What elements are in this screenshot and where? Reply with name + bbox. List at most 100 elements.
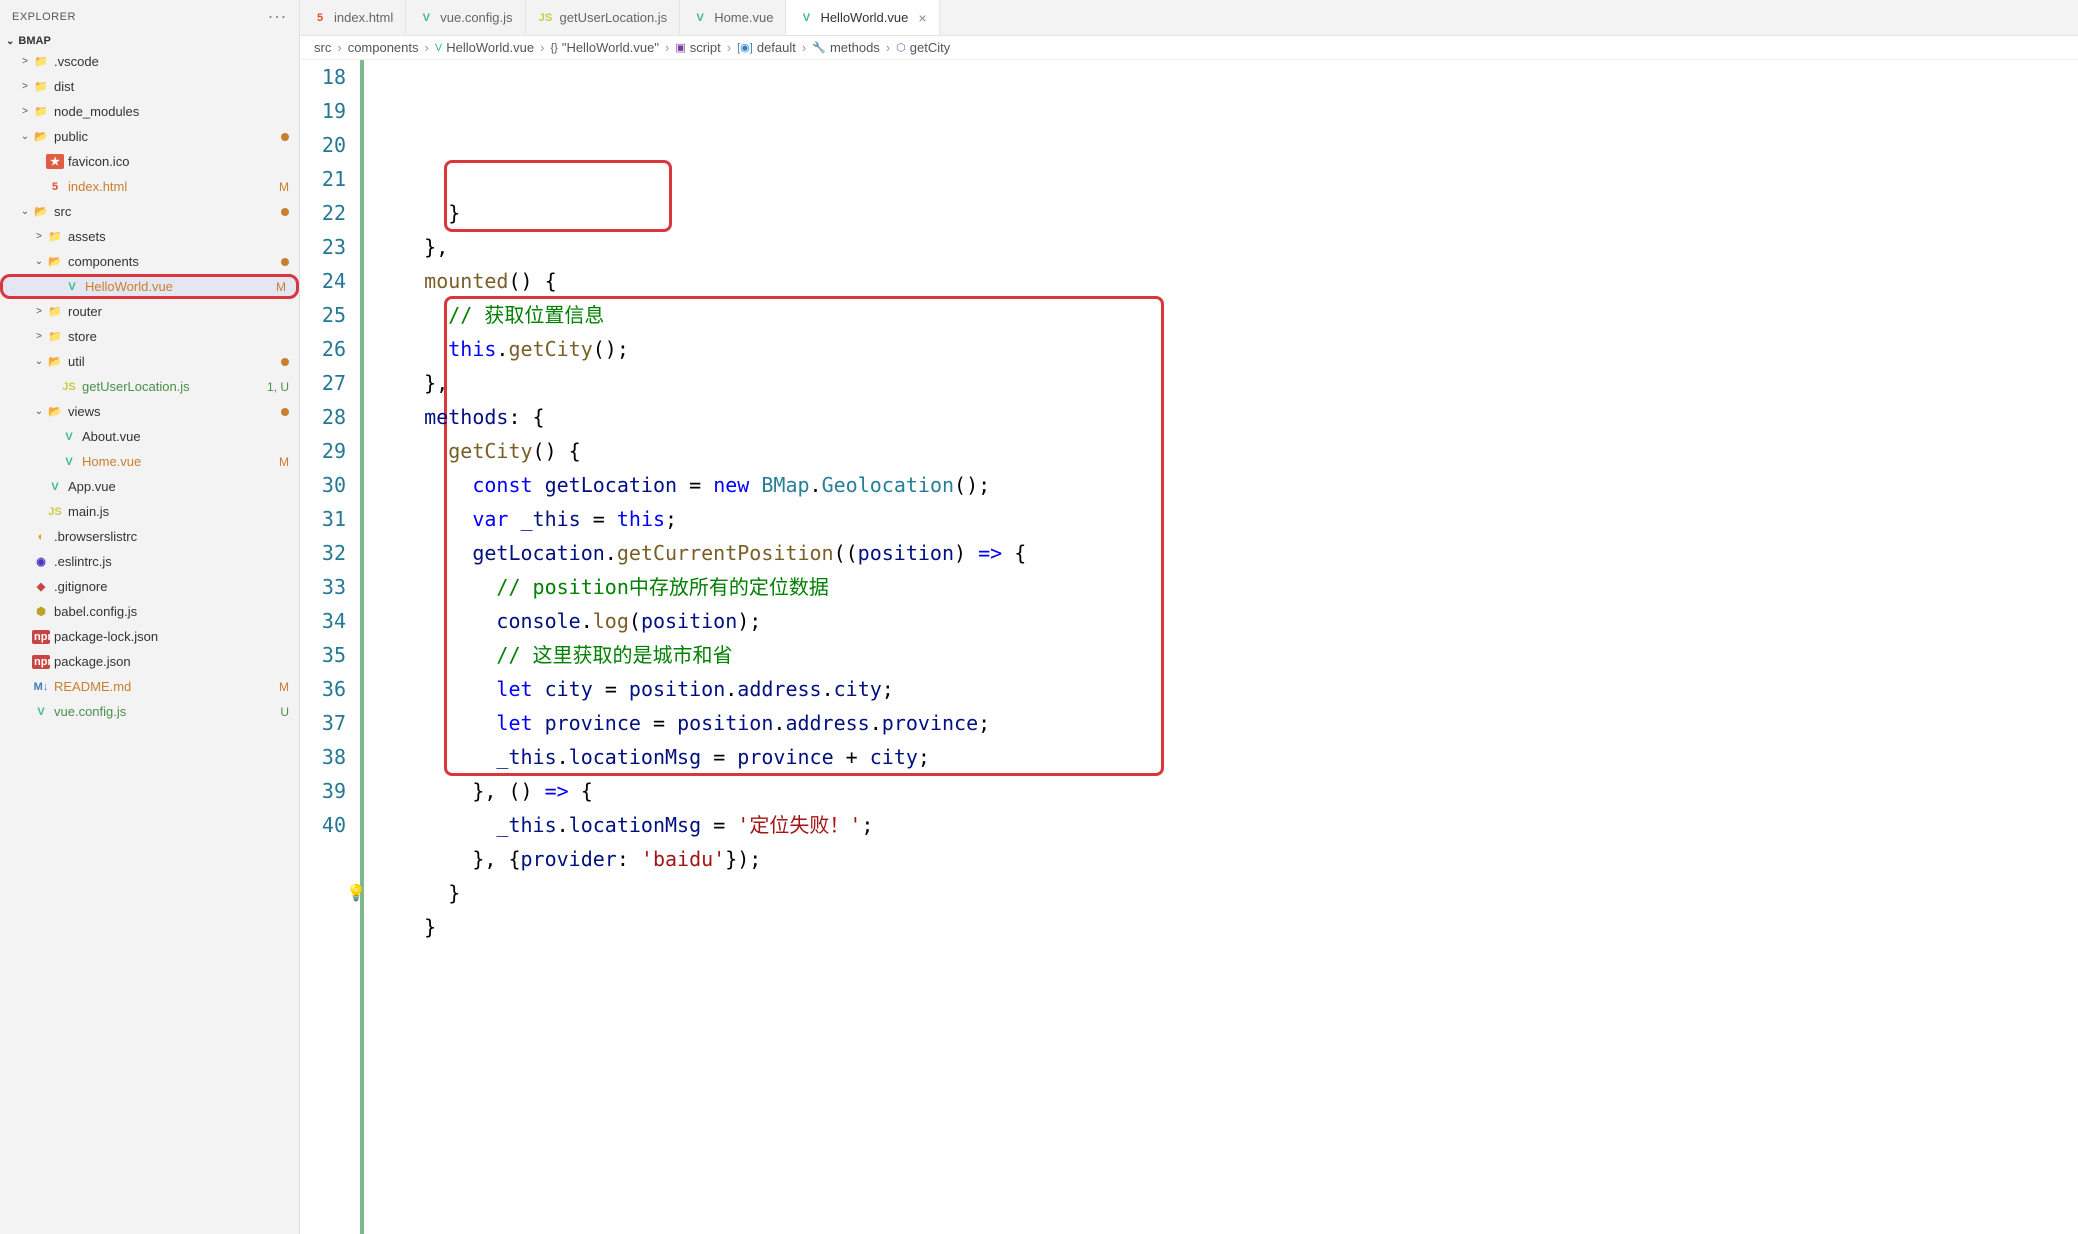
tree-item[interactable]: npmpackage-lock.json [0, 624, 299, 649]
breadcrumb-segment[interactable]: {}"HelloWorld.vue" [550, 40, 659, 55]
explorer-more-icon[interactable]: ··· [268, 6, 287, 27]
tree-item[interactable]: >📁.vscode [0, 49, 299, 74]
tree-item[interactable]: VHome.vueM [0, 449, 299, 474]
tree-item[interactable]: ◐.browserslistrc [0, 524, 299, 549]
tree-item[interactable]: ⌄📂components [0, 249, 299, 274]
breadcrumb-label: default [757, 40, 796, 55]
tree-item[interactable]: JSmain.js [0, 499, 299, 524]
project-name: BMAP [18, 35, 50, 47]
git-status: M [276, 280, 286, 294]
breadcrumb-segment[interactable]: src [314, 40, 331, 55]
chevron-down-icon: ⌄ [6, 36, 14, 47]
code-line[interactable]: // 获取位置信息 [376, 298, 2078, 332]
tree-item[interactable]: ◉.eslintrc.js [0, 549, 299, 574]
tree-item-label: .gitignore [54, 579, 289, 594]
tree-item[interactable]: JSgetUserLocation.js1, U [0, 374, 299, 399]
line-number: 18 [300, 60, 346, 94]
breadcrumb-label: methods [830, 40, 880, 55]
file-icon: 5 [46, 181, 64, 193]
tree-item[interactable]: >📁router [0, 299, 299, 324]
editor-tab[interactable]: Vvue.config.js [406, 0, 525, 35]
editor[interactable]: 1819202122232425262728293031323334353637… [300, 60, 2078, 1234]
tree-item[interactable]: >📁dist [0, 74, 299, 99]
breadcrumb-segment[interactable]: components [348, 40, 419, 55]
editor-main: 5index.htmlVvue.config.jsJSgetUserLocati… [300, 0, 2078, 1234]
project-section-header[interactable]: ⌄ BMAP [0, 33, 299, 49]
line-number: 23 [300, 230, 346, 264]
code-line[interactable]: } [376, 196, 2078, 230]
tree-item[interactable]: ⬢babel.config.js [0, 599, 299, 624]
lightbulb-icon[interactable]: 💡 [346, 876, 366, 910]
code-line[interactable]: console.log(position); [376, 604, 2078, 638]
code-line[interactable]: }, [376, 366, 2078, 400]
editor-tab[interactable]: JSgetUserLocation.js [526, 0, 681, 35]
tree-item[interactable]: >📁assets [0, 224, 299, 249]
code-line[interactable]: _this.locationMsg = '定位失败！'; [376, 808, 2078, 842]
tree-item-label: vue.config.js [54, 704, 276, 719]
tree-item[interactable]: VHelloWorld.vueM [0, 274, 299, 299]
tab-label: vue.config.js [440, 10, 512, 25]
tree-item[interactable]: Vvue.config.jsU [0, 699, 299, 724]
tree-item[interactable]: npmpackage.json [0, 649, 299, 674]
code-area[interactable]: } }, mounted() { // 获取位置信息 this.getCity(… [366, 60, 2078, 1234]
breadcrumb-separator-icon: › [665, 40, 669, 55]
code-line[interactable]: getLocation.getCurrentPosition((position… [376, 536, 2078, 570]
code-line[interactable]: getCity() { [376, 434, 2078, 468]
file-icon: 📂 [46, 405, 64, 418]
tree-item-label: favicon.ico [68, 154, 289, 169]
git-status: M [279, 680, 289, 694]
modified-dot-icon [281, 258, 289, 266]
code-line[interactable]: let province = position.address.province… [376, 706, 2078, 740]
code-line[interactable]: this.getCity(); [376, 332, 2078, 366]
breadcrumb-segment[interactable]: 🔧methods [812, 40, 880, 55]
modified-dot-icon [281, 408, 289, 416]
line-number: 24 [300, 264, 346, 298]
code-line[interactable]: } [376, 910, 2078, 944]
tree-item[interactable]: M↓README.mdM [0, 674, 299, 699]
tree-item[interactable]: ⌄📂util [0, 349, 299, 374]
file-icon: 📂 [46, 355, 64, 368]
tree-item[interactable]: >📁node_modules [0, 99, 299, 124]
editor-tabs: 5index.htmlVvue.config.jsJSgetUserLocati… [300, 0, 2078, 36]
code-line[interactable]: const getLocation = new BMap.Geolocation… [376, 468, 2078, 502]
line-number: 39 [300, 774, 346, 808]
tree-item[interactable]: 5index.htmlM [0, 174, 299, 199]
tree-item[interactable]: >📁store [0, 324, 299, 349]
tree-item-label: public [54, 129, 277, 144]
code-line[interactable]: // 这里获取的是城市和省 [376, 638, 2078, 672]
file-icon: V [46, 481, 64, 493]
breadcrumb-segment[interactable]: ▣script [675, 40, 720, 55]
code-line[interactable]: var _this = this; [376, 502, 2078, 536]
editor-tab[interactable]: VHelloWorld.vue× [786, 0, 939, 35]
tree-item[interactable]: VAbout.vue [0, 424, 299, 449]
git-status: U [280, 705, 289, 719]
editor-tab[interactable]: VHome.vue [680, 0, 786, 35]
code-line[interactable]: }, () => { [376, 774, 2078, 808]
code-line[interactable]: _this.locationMsg = province + city; [376, 740, 2078, 774]
tree-item[interactable]: ◆.gitignore [0, 574, 299, 599]
breadcrumb-segment[interactable]: [◉]default [737, 40, 796, 55]
file-icon: ⬢ [32, 605, 50, 618]
code-line[interactable]: }, [376, 230, 2078, 264]
code-line[interactable]: }💡 [376, 876, 2078, 910]
code-line[interactable]: methods: { [376, 400, 2078, 434]
code-line[interactable]: }, {provider: 'baidu'}); [376, 842, 2078, 876]
tree-item[interactable]: ⌄📂views [0, 399, 299, 424]
tree-item[interactable]: VApp.vue [0, 474, 299, 499]
code-line[interactable]: mounted() { [376, 264, 2078, 298]
file-icon: 📁 [46, 230, 64, 243]
breadcrumb-segment[interactable]: ⬡getCity [896, 40, 950, 55]
line-number: 38 [300, 740, 346, 774]
breadcrumb-segment[interactable]: VHelloWorld.vue [435, 40, 534, 55]
tree-item[interactable]: ★favicon.ico [0, 149, 299, 174]
breadcrumb-icon: ⬡ [896, 41, 906, 54]
close-icon[interactable]: × [918, 10, 926, 26]
code-line[interactable]: let city = position.address.city; [376, 672, 2078, 706]
editor-tab[interactable]: 5index.html [300, 0, 406, 35]
line-gutter: 1819202122232425262728293031323334353637… [300, 60, 360, 1234]
line-number: 26 [300, 332, 346, 366]
tree-item[interactable]: ⌄📂public [0, 124, 299, 149]
code-line[interactable]: // position中存放所有的定位数据 [376, 570, 2078, 604]
tree-item[interactable]: ⌄📂src [0, 199, 299, 224]
code-line[interactable] [376, 944, 2078, 978]
